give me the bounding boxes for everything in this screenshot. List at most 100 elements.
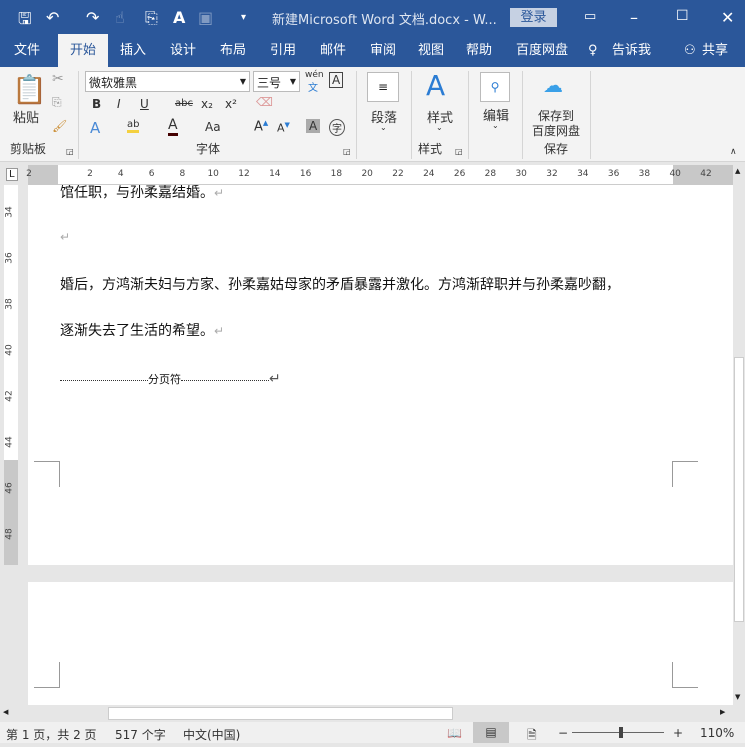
save-to-baidu-label2[interactable]: 百度网盘 xyxy=(532,122,580,139)
font-name-value: 微软雅黑 xyxy=(89,76,138,90)
text-effects-button[interactable]: A xyxy=(90,119,100,137)
zoom-slider[interactable] xyxy=(572,732,664,733)
italic-button[interactable]: I xyxy=(117,97,121,111)
ruler-number: 36 xyxy=(4,252,15,264)
shrink-font-button[interactable]: A▼ xyxy=(277,121,290,135)
document-page-2[interactable] xyxy=(28,582,733,705)
title-bar: 🖫 ↶ ↷ ☝ ⎘ A ▣ ▾ 新建Microsoft Word 文档.docx… xyxy=(0,0,745,34)
redo-icon[interactable]: ↷ xyxy=(86,8,99,27)
font-name-select[interactable]: 微软雅黑 ▼ xyxy=(85,71,250,92)
tab-selector[interactable]: L xyxy=(6,168,18,181)
font-launcher-icon[interactable]: ◲ xyxy=(343,147,351,156)
tab-insert[interactable]: 插入 xyxy=(120,34,146,67)
tell-me[interactable]: 告诉我 xyxy=(612,34,651,67)
ruler-number: 6 xyxy=(148,169,155,179)
font-size-value: 三号 xyxy=(257,76,282,90)
bold-button[interactable]: B xyxy=(92,97,101,111)
tab-view[interactable]: 视图 xyxy=(418,34,444,67)
ruler-number: 22 xyxy=(392,169,404,179)
save-icon[interactable]: 🖫 xyxy=(18,8,32,35)
tab-mailings[interactable]: 邮件 xyxy=(320,34,346,67)
ruler-number: 12 xyxy=(238,169,250,179)
collapse-ribbon-icon[interactable]: ∧ xyxy=(730,147,737,157)
scrollbar-thumb[interactable] xyxy=(734,357,744,622)
minimize-icon[interactable]: – xyxy=(630,8,638,27)
touch-mode-icon[interactable]: ☝ xyxy=(115,8,125,27)
change-case-button[interactable]: Aa xyxy=(205,120,221,134)
enclose-characters-button[interactable]: 字 xyxy=(329,119,345,136)
paste-icon[interactable]: 📋 xyxy=(12,73,47,106)
zoom-in-button[interactable]: + xyxy=(673,726,683,740)
zoom-level[interactable]: 110% xyxy=(700,726,734,740)
superscript-button[interactable]: x² xyxy=(225,97,237,111)
tab-file[interactable]: 文件 xyxy=(14,34,40,67)
format-painter-icon[interactable]: 🖌 xyxy=(52,119,67,133)
login-button[interactable]: 登录 xyxy=(510,8,557,27)
copy-icon[interactable]: ⎘ xyxy=(52,95,62,110)
text-line: 逐渐失去了生活的希望。↵ xyxy=(60,323,225,339)
ribbon-display-icon[interactable]: ▭ xyxy=(584,9,596,24)
clipboard-launcher-icon[interactable]: ◲ xyxy=(66,147,74,156)
language[interactable]: 中文(中国) xyxy=(183,726,240,743)
share-button[interactable]: 共享 xyxy=(702,34,728,67)
web-layout-icon[interactable]: 🗎 xyxy=(527,726,537,747)
styles-launcher-icon[interactable]: ◲ xyxy=(455,147,463,156)
horizontal-ruler[interactable]: 2 2 4 6 8 10 12 14 16 18 20 22 24 26 28 30 32 34 36 38 40 42 xyxy=(26,165,733,185)
ruler-number: 26 xyxy=(453,169,466,179)
vertical-ruler[interactable]: 34 36 38 40 42 44 46 48 xyxy=(0,185,20,565)
strikethrough-button[interactable]: abc xyxy=(175,98,193,109)
zoom-out-button[interactable]: − xyxy=(558,726,568,740)
tab-baidu[interactable]: 百度网盘 xyxy=(516,34,568,67)
ruler-number: 46 xyxy=(4,482,15,494)
font-size-select[interactable]: 三号 ▼ xyxy=(253,71,300,92)
character-border-button[interactable]: A xyxy=(329,72,344,88)
search-icon[interactable]: ⚲ xyxy=(480,72,510,102)
text-line: 婚后，方鸿渐夫妇与方家、孙柔嘉姑母家的矛盾暴露并激化。方鸿渐辞职并与孙柔嘉吵翻， xyxy=(60,277,620,293)
customize-icon[interactable]: ▾ xyxy=(241,12,246,23)
maximize-icon[interactable]: ☐ xyxy=(676,8,689,24)
paste-button[interactable]: 粘贴 xyxy=(13,107,39,126)
document-page[interactable]: 馆任职，与孙柔嘉结婚。↵ ↵ 婚后，方鸿渐夫妇与方家、孙柔嘉姑母家的矛盾暴露并激… xyxy=(28,185,733,565)
highlight-button[interactable]: ab xyxy=(127,119,140,133)
baidu-netdisk-icon[interactable]: ☁ xyxy=(543,73,563,97)
status-bar: 第 1 页，共 2 页 517 个字 中文(中国) 📖 ▤ 🗎 − + 110% xyxy=(0,722,745,743)
format-painter-icon[interactable]: ⎘ xyxy=(145,8,158,28)
paragraph-icon[interactable]: ≡ xyxy=(367,72,399,102)
phonetic-char: 文 xyxy=(308,83,318,94)
word-count[interactable]: 517 个字 xyxy=(115,726,166,743)
tab-layout[interactable]: 布局 xyxy=(220,34,246,67)
cut-icon[interactable]: ✂ xyxy=(52,71,64,87)
character-shading-button[interactable]: A xyxy=(306,119,321,133)
tab-references[interactable]: 引用 xyxy=(270,34,296,67)
ruler-number: 18 xyxy=(330,169,343,179)
horizontal-scrollbar[interactable]: ◀ ▶ xyxy=(0,705,745,722)
scrollbar-thumb[interactable] xyxy=(108,707,453,720)
font-color-button[interactable]: A xyxy=(168,117,178,136)
group-font: 字体 xyxy=(196,142,221,156)
close-icon[interactable]: ✕ xyxy=(721,8,734,27)
read-mode-icon[interactable]: 📖 xyxy=(447,726,462,740)
ruler-number: 36 xyxy=(607,169,620,179)
ruler-number: 42 xyxy=(700,169,712,179)
ruler-number: 30 xyxy=(515,169,527,179)
font-color-icon[interactable]: A xyxy=(173,8,185,27)
subscript-button[interactable]: x₂ xyxy=(201,97,213,111)
form-icon[interactable]: ▣ xyxy=(198,8,213,27)
clear-formatting-icon[interactable]: ⌫ xyxy=(256,95,273,109)
underline-button[interactable]: U xyxy=(140,97,149,111)
tab-review[interactable]: 审阅 xyxy=(370,34,396,67)
tab-help[interactable]: 帮助 xyxy=(466,34,492,67)
undo-icon[interactable]: ↶ xyxy=(46,8,59,27)
zoom-slider-thumb[interactable] xyxy=(619,727,624,738)
page-count[interactable]: 第 1 页，共 2 页 xyxy=(6,726,97,743)
styles-icon[interactable]: A xyxy=(426,69,445,102)
ruler-number: 8 xyxy=(179,169,186,179)
ribbon: 📋 粘贴 ✂ ⎘ 🖌 剪贴板 ◲ 微软雅黑 ▼ 三号 ▼ wén 文 A B I U… xyxy=(0,67,745,162)
ruler-number: 42 xyxy=(4,390,15,402)
print-layout-icon[interactable]: ▤ xyxy=(473,722,509,743)
grow-font-button[interactable]: A▲ xyxy=(254,119,268,134)
ruler-number: 16 xyxy=(299,169,312,179)
tab-home[interactable]: 开始 xyxy=(58,34,109,67)
tab-design[interactable]: 设计 xyxy=(170,34,196,67)
vertical-scrollbar[interactable]: ▲ ▼ xyxy=(733,165,745,705)
